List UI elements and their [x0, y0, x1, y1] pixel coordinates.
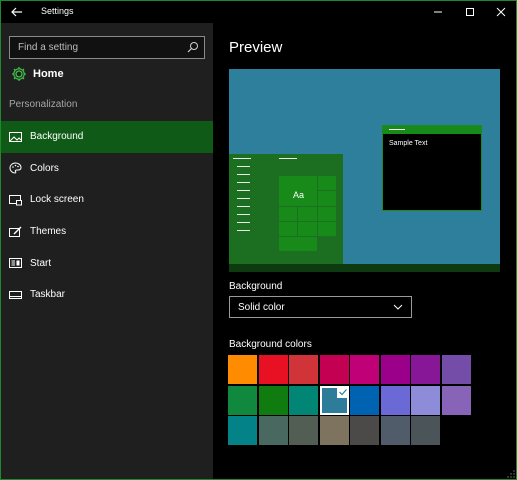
color-swatch[interactable] [258, 355, 288, 384]
palette-icon [9, 162, 22, 174]
sidebar: Home Personalization Background Colors [1, 23, 213, 479]
preview-tile [298, 207, 317, 221]
close-button[interactable] [484, 1, 516, 23]
home-link[interactable]: Home [9, 63, 205, 85]
color-swatch[interactable] [350, 416, 379, 445]
preview-start-menu [229, 154, 343, 264]
preview-tile [298, 222, 317, 236]
gear-icon [12, 67, 26, 81]
preview-window-titlebar [383, 126, 481, 134]
taskbar-icon [9, 290, 22, 299]
sidebar-item-colors[interactable]: Colors [1, 153, 213, 185]
sidebar-item-label: Lock screen [30, 194, 84, 206]
sidebar-item-label: Start [30, 257, 52, 269]
preview-tile [318, 207, 336, 221]
brush-icon [9, 226, 22, 237]
sidebar-item-start[interactable]: Start [1, 247, 213, 279]
color-swatch[interactable] [380, 355, 410, 384]
preview-sample-text: Sample Text [389, 140, 428, 147]
sidebar-item-label: Background [30, 131, 84, 143]
preview-tile-text: Aa [293, 190, 305, 200]
preview-taskbar [229, 264, 500, 272]
picture-icon [9, 131, 22, 142]
settings-window: Settings Home Personalizati [0, 0, 517, 480]
color-swatch[interactable] [289, 416, 318, 445]
search-box[interactable] [9, 36, 205, 59]
preview-tile [318, 191, 336, 206]
sidebar-item-label: Themes [30, 226, 67, 238]
title-bar: Settings [1, 1, 516, 23]
background-dropdown[interactable]: Solid color [229, 296, 412, 318]
background-colors-label: Background colors [229, 339, 312, 350]
window-title: Settings [41, 6, 74, 16]
search-icon[interactable] [187, 41, 199, 53]
color-swatch[interactable] [319, 416, 349, 445]
chevron-down-icon [393, 304, 403, 310]
color-swatch[interactable] [411, 416, 440, 445]
color-swatch[interactable] [228, 416, 257, 445]
sidebar-item-lock-screen[interactable]: Lock screen [1, 184, 213, 216]
preview-tile [318, 176, 336, 190]
sidebar-item-taskbar[interactable]: Taskbar [1, 279, 213, 311]
background-label: Background [229, 281, 283, 292]
color-swatch[interactable] [319, 385, 349, 415]
preview-tile [318, 222, 336, 236]
sidebar-item-background[interactable]: Background [1, 121, 213, 153]
close-icon [496, 7, 506, 17]
minimize-icon [434, 11, 442, 13]
desktop-preview: Aa Sample Text [229, 69, 500, 272]
sidebar-item-label: Taskbar [30, 289, 66, 301]
home-label: Home [33, 68, 64, 80]
color-swatch[interactable] [380, 416, 410, 445]
start-icon [9, 258, 22, 269]
background-dropdown-value: Solid color [238, 301, 285, 313]
section-label: Personalization [9, 99, 78, 110]
sidebar-nav: Background Colors Lock screen Themes Sta… [1, 121, 213, 311]
main-content: Preview Aa Sample Text Background Solid … [213, 23, 516, 479]
color-swatch[interactable] [441, 355, 471, 384]
page-title: Preview [229, 39, 283, 56]
sidebar-item-label: Colors [30, 162, 59, 174]
color-swatch[interactable] [289, 385, 318, 415]
resize-grip-icon[interactable] [506, 469, 516, 479]
color-swatch[interactable] [289, 355, 318, 384]
sidebar-item-themes[interactable]: Themes [1, 216, 213, 248]
color-swatch[interactable] [411, 355, 440, 384]
preview-tile [279, 222, 297, 236]
search-input[interactable] [10, 37, 180, 58]
checkmark-icon [336, 385, 349, 398]
back-button[interactable] [1, 1, 33, 23]
lock-screen-icon [9, 194, 22, 206]
color-swatch[interactable] [350, 355, 379, 384]
color-swatch[interactable] [380, 385, 410, 415]
maximize-icon [466, 8, 474, 16]
color-swatch[interactable] [228, 355, 257, 384]
color-swatch[interactable] [350, 385, 379, 415]
color-swatch[interactable] [258, 385, 288, 415]
color-swatch[interactable] [411, 385, 440, 415]
color-swatch[interactable] [228, 385, 257, 415]
color-swatch[interactable] [441, 385, 471, 415]
arrow-left-icon [11, 7, 22, 17]
preview-tile [279, 237, 317, 251]
preview-window: Sample Text [382, 125, 482, 211]
preview-tile [279, 207, 297, 221]
minimize-button[interactable] [421, 1, 455, 23]
maximize-button[interactable] [453, 1, 487, 23]
color-swatch[interactable] [258, 416, 288, 445]
color-swatch[interactable] [319, 355, 349, 384]
